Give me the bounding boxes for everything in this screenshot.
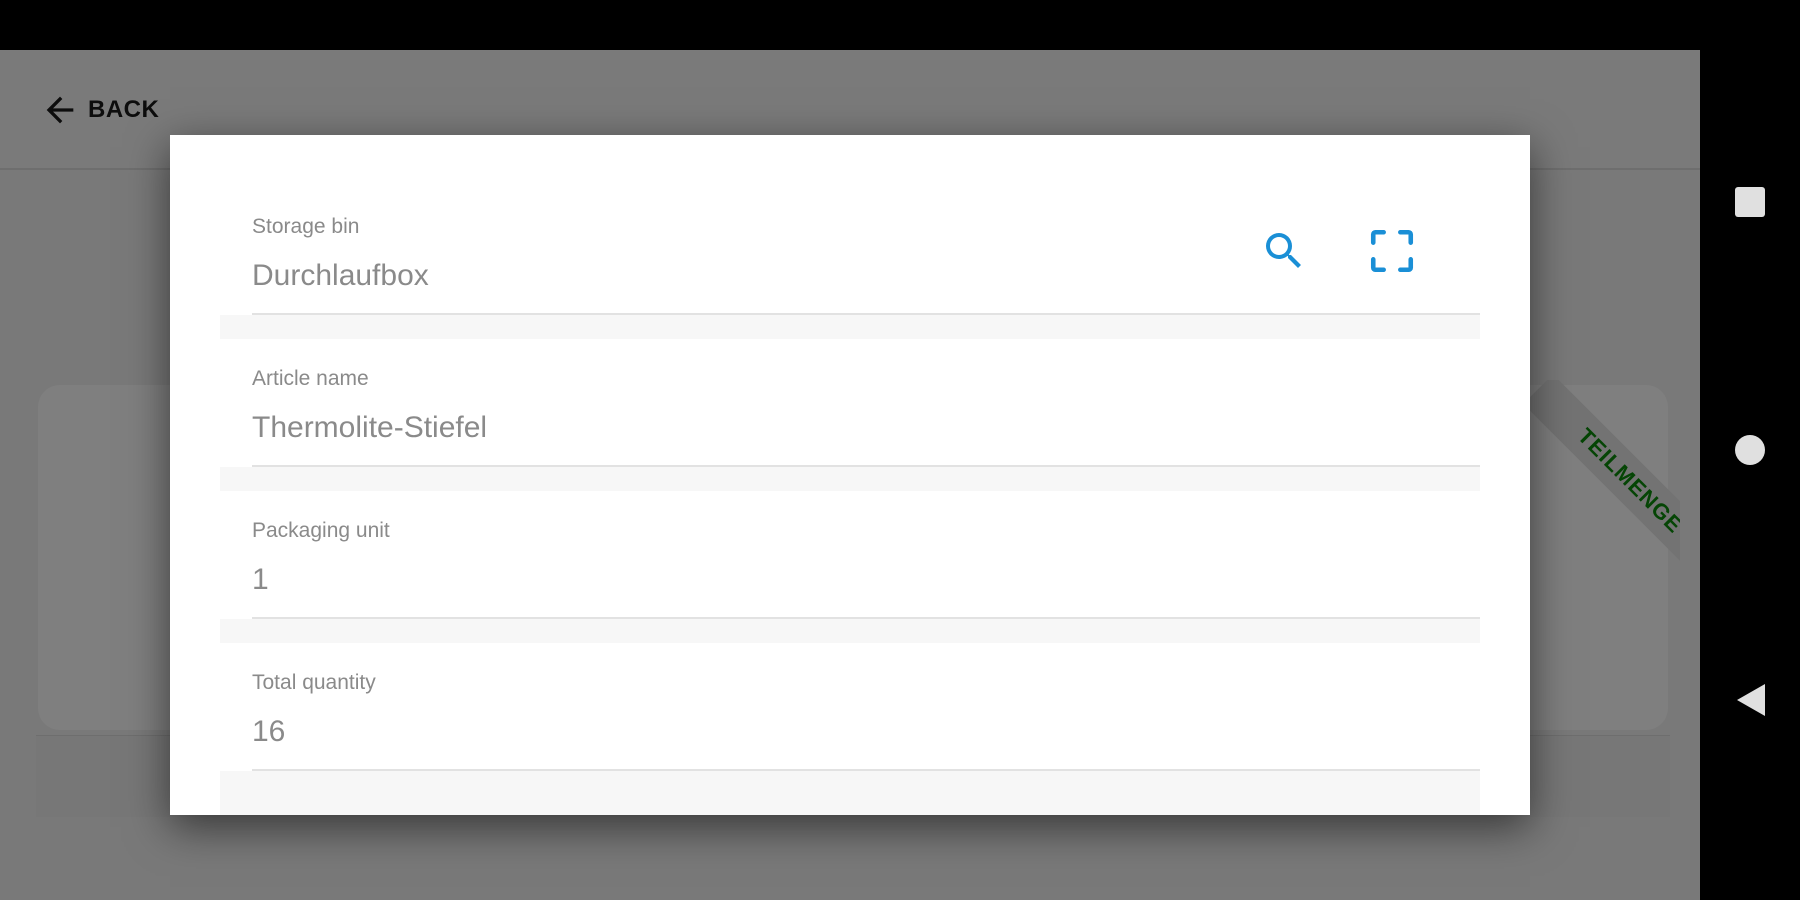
square-icon bbox=[1735, 187, 1765, 217]
search-icon bbox=[1266, 233, 1301, 268]
storage-dialog: Storage bin Article name bbox=[170, 135, 1530, 815]
home-button[interactable] bbox=[1728, 428, 1772, 472]
storage-bin-input[interactable] bbox=[252, 259, 1252, 293]
article-name-label: Article name bbox=[252, 367, 369, 390]
article-name-field[interactable]: Article name bbox=[220, 339, 1480, 467]
packaging-unit-field[interactable]: Packaging unit bbox=[220, 491, 1480, 619]
circle-icon bbox=[1735, 435, 1765, 465]
scan-button[interactable] bbox=[1364, 223, 1420, 279]
packaging-unit-underline bbox=[252, 617, 1480, 619]
total-quantity-field[interactable]: Total quantity bbox=[220, 643, 1480, 771]
packaging-unit-label: Packaging unit bbox=[252, 519, 390, 542]
article-name-input[interactable] bbox=[252, 411, 1252, 445]
article-name-underline bbox=[252, 465, 1480, 467]
total-quantity-label: Total quantity bbox=[252, 671, 376, 694]
total-quantity-input[interactable] bbox=[252, 715, 1252, 749]
app-screen: BACK TEILMENGE Storage bin bbox=[0, 50, 1700, 900]
storage-bin-underline bbox=[252, 313, 1480, 315]
system-back-button[interactable] bbox=[1728, 678, 1772, 722]
scan-barcode-icon bbox=[1370, 229, 1414, 273]
triangle-back-icon bbox=[1737, 684, 1765, 716]
dialog-form: Storage bin Article name bbox=[220, 187, 1480, 815]
status-bar bbox=[0, 0, 1700, 50]
recents-button[interactable] bbox=[1728, 180, 1772, 224]
storage-bin-label: Storage bin bbox=[252, 215, 360, 238]
storage-bin-field[interactable]: Storage bin bbox=[220, 187, 1480, 315]
packaging-unit-input[interactable] bbox=[252, 563, 1252, 597]
total-quantity-underline bbox=[252, 769, 1480, 771]
search-button[interactable] bbox=[1256, 223, 1312, 279]
system-navigation-bar bbox=[1700, 0, 1800, 900]
